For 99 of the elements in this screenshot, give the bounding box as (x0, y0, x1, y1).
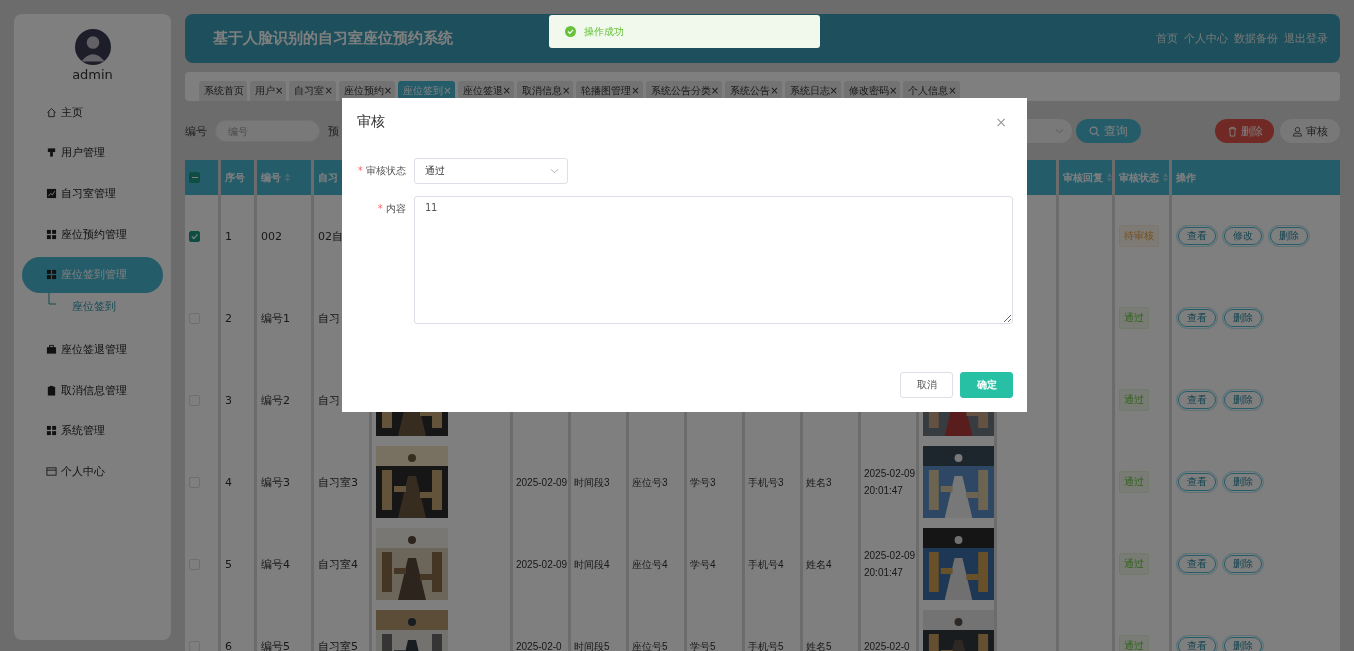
table-cell: 姓名5 (803, 605, 858, 651)
menu-item[interactable]: 自习室管理 (22, 175, 163, 212)
table-cell: 自习室4 (314, 523, 369, 605)
table-cell: 2025-02-09 20:01:47 (861, 523, 916, 605)
table-cell: 2 (221, 277, 254, 359)
menu-item[interactable]: 座位签退管理 (22, 331, 163, 368)
menu-item[interactable]: 主页 (22, 94, 163, 130)
table-cell: 学号4 (687, 523, 742, 605)
menu-item[interactable]: 取消信息管理 (22, 372, 163, 409)
table-cell: 自习室5 (314, 605, 369, 651)
table-cell: 编号1 (257, 277, 311, 359)
tab[interactable]: 个人信息× (903, 81, 960, 101)
status-tag: 待审核 (1119, 225, 1159, 247)
action-button[interactable]: 修改 (1222, 225, 1264, 247)
table-cell: 2025-02-0 (513, 605, 568, 651)
table-cell: 2025-02-0 (861, 605, 916, 651)
table-cell: 编号4 (257, 523, 311, 605)
table-cell: 编号2 (257, 359, 311, 441)
tab[interactable]: 自习室× (289, 81, 336, 101)
table-cell: 手机号4 (745, 523, 800, 605)
header-link[interactable]: 首页 (1156, 31, 1178, 46)
search-button[interactable]: 查询 (1076, 119, 1141, 143)
status-tag: 通过 (1119, 635, 1149, 651)
menu-item[interactable]: 座位签到管理 (22, 256, 163, 293)
tab[interactable]: 修改密码× (843, 81, 901, 101)
delete-button[interactable]: 删除 (1215, 119, 1274, 143)
status-tag: 通过 (1119, 307, 1149, 329)
tab[interactable]: 座位预约× (338, 81, 396, 101)
table-cell: 编号5 (257, 605, 311, 651)
table-cell: 编号3 (257, 441, 311, 523)
action-button[interactable]: 查看 (1176, 389, 1218, 411)
cancel-button[interactable]: 取消 (900, 372, 953, 398)
table-cell: 2025-02-09 20:01:47 (861, 441, 916, 523)
header-link[interactable]: 退出登录 (1284, 31, 1328, 46)
status-tag: 通过 (1119, 553, 1149, 575)
user-name: admin (72, 67, 113, 82)
tab[interactable]: 系统公告× (725, 81, 782, 101)
table-cell: 时间段5 (571, 605, 626, 651)
table-cell: 4 (221, 441, 254, 523)
status-tag: 通过 (1119, 471, 1149, 493)
table-cell: 姓名3 (803, 441, 858, 523)
tab[interactable]: 系统公告分类× (645, 81, 723, 101)
table-cell: 手机号3 (745, 441, 800, 523)
table-cell: 学号3 (687, 441, 742, 523)
toast-message: 操作成功 (549, 15, 820, 48)
table-cell: 002 (257, 195, 311, 277)
field-label: 预 (328, 123, 339, 139)
action-button[interactable]: 查看 (1176, 471, 1218, 493)
table-cell: 座位号5 (629, 605, 684, 651)
action-button[interactable]: 查看 (1176, 307, 1218, 329)
app-title: 基于人脸识别的自习室座位预约系统 (213, 29, 453, 48)
table-cell: 2025-02-09 (513, 523, 568, 605)
status-tag: 通过 (1119, 389, 1149, 411)
table-cell: 自习室3 (314, 441, 369, 523)
column-header[interactable]: 自习 (318, 170, 338, 185)
menu-item[interactable]: 用户管理 (22, 134, 163, 171)
submenu-item[interactable]: 座位签到 (72, 299, 116, 315)
field-label: * 审核状态 (356, 164, 406, 178)
action-button[interactable]: 查看 (1176, 635, 1218, 651)
tab[interactable]: 系统首页 (199, 81, 247, 101)
column-header[interactable]: 编号 (261, 170, 281, 185)
table-cell: 座位号4 (629, 523, 684, 605)
table-cell: 6 (221, 605, 254, 651)
menu-item[interactable]: 系统管理 (22, 412, 163, 449)
header-link[interactable]: 数据备份 (1234, 31, 1278, 46)
content-field[interactable]: 11 (414, 196, 1013, 324)
field-label: * 内容 (376, 202, 406, 216)
header-link[interactable]: 个人中心 (1184, 31, 1228, 46)
table-cell: 时间段4 (571, 523, 626, 605)
action-button[interactable]: 删除 (1268, 225, 1310, 247)
table-cell: 学号5 (687, 605, 742, 651)
column-header[interactable]: 操作 (1176, 170, 1196, 185)
dialog-title: 审核 (357, 113, 385, 131)
confirm-button[interactable]: 确定 (960, 372, 1013, 398)
menu-item[interactable]: 个人中心 (22, 453, 163, 490)
table-cell: 2025-02-09 (513, 441, 568, 523)
column-header[interactable]: 审核回复 (1063, 170, 1103, 185)
table-cell: 1 (221, 195, 254, 277)
tab[interactable]: 座位签退× (457, 81, 514, 101)
tab[interactable]: 系统日志× (784, 81, 841, 101)
status-select[interactable]: 通过 (414, 158, 568, 184)
table-cell: 3 (221, 359, 254, 441)
column-header[interactable]: 审核状态 (1119, 170, 1159, 185)
column-header[interactable]: 序号 (225, 170, 245, 185)
tab[interactable]: 座位签到× (398, 81, 455, 101)
table-cell: 座位号3 (629, 441, 684, 523)
audit-button[interactable]: 审核 (1280, 119, 1340, 143)
table-cell: 姓名4 (803, 523, 858, 605)
action-button[interactable]: 删除 (1222, 635, 1264, 651)
field-label: 编号 (185, 123, 207, 139)
table-cell: 时间段3 (571, 441, 626, 523)
action-button[interactable]: 删除 (1222, 307, 1264, 329)
tab[interactable]: 轮播图管理× (576, 81, 643, 101)
tab[interactable]: 用户× (250, 81, 287, 101)
close-button[interactable]: × (989, 114, 1013, 130)
table-cell: 5 (221, 523, 254, 605)
table-cell: 手机号5 (745, 605, 800, 651)
tab[interactable]: 取消信息× (516, 81, 574, 101)
menu-item[interactable]: 座位预约管理 (22, 216, 163, 253)
